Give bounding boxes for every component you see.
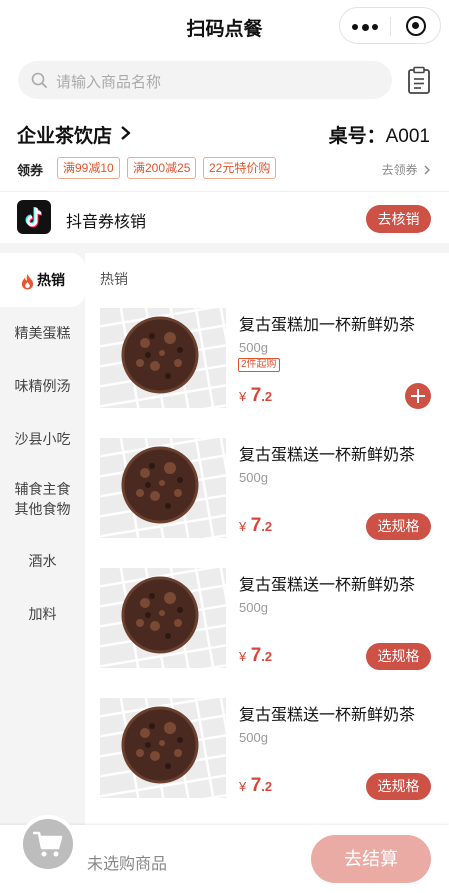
product-price: ¥ 7.2 bbox=[239, 645, 272, 667]
price-integer: 7 bbox=[250, 645, 262, 666]
douyin-coupon-row: 抖音券核销 去核销 bbox=[0, 191, 449, 243]
product-weight: 500g bbox=[239, 470, 268, 485]
product-card[interactable]: 复古蛋糕送一杯新鲜奶茶 500g ¥ 7.2 选规格 bbox=[100, 568, 436, 670]
currency-symbol: ¥ bbox=[239, 389, 247, 404]
min-purchase-badge: 2件起购 bbox=[238, 358, 280, 372]
product-image bbox=[100, 568, 226, 668]
order-list-icon[interactable] bbox=[406, 66, 432, 94]
product-weight: 500g bbox=[239, 340, 268, 355]
price-integer: 7 bbox=[250, 775, 262, 796]
select-spec-button[interactable]: 选规格 bbox=[366, 513, 431, 540]
product-name: 复古蛋糕送一杯新鲜奶茶 bbox=[239, 577, 416, 594]
checkout-button[interactable]: 去结算 bbox=[311, 835, 431, 883]
shopping-cart-icon bbox=[33, 831, 63, 857]
sidebar-item-drinks[interactable]: 酒水 bbox=[0, 551, 85, 571]
get-coupon-label: 去领券 bbox=[381, 163, 418, 177]
cart-bar: 未选购商品 去结算 bbox=[0, 815, 449, 893]
mini-program-capsule bbox=[339, 7, 441, 44]
sidebar-item-label: 味精例汤 bbox=[14, 378, 71, 394]
select-spec-button[interactable]: 选规格 bbox=[366, 773, 431, 800]
search-input[interactable]: 请输入商品名称 bbox=[18, 61, 392, 99]
sidebar-item-toppings[interactable]: 加料 bbox=[0, 604, 85, 624]
get-coupon-link[interactable]: 去领券 bbox=[382, 161, 431, 178]
product-card[interactable]: 复古蛋糕送一杯新鲜奶茶 500g ¥ 7.2 选规格 bbox=[100, 698, 436, 800]
product-weight: 500g bbox=[239, 730, 268, 745]
search-placeholder: 请输入商品名称 bbox=[56, 74, 162, 91]
product-image bbox=[100, 698, 226, 798]
price-integer: 7 bbox=[250, 515, 262, 536]
plus-icon[interactable] bbox=[405, 383, 431, 409]
capsule-divider bbox=[390, 17, 391, 36]
product-price: ¥ 7.2 bbox=[239, 385, 272, 407]
table-number: 桌号：A001 bbox=[329, 121, 430, 148]
nav-bar: 扫码点餐 bbox=[0, 0, 449, 54]
product-weight: 500g bbox=[239, 600, 268, 615]
price-decimal: .2 bbox=[261, 519, 273, 534]
sidebar-item-label: 加料 bbox=[28, 606, 57, 622]
product-name: 复古蛋糕加一杯新鲜奶茶 bbox=[239, 317, 416, 334]
douyin-coupon-label: 抖音券核销 bbox=[66, 214, 147, 231]
fire-icon bbox=[21, 273, 34, 290]
product-card[interactable]: 复古蛋糕送一杯新鲜奶茶 500g ¥ 7.2 选规格 bbox=[100, 438, 436, 540]
redeem-button[interactable]: 去核销 bbox=[366, 205, 431, 233]
section-title: 热销 bbox=[100, 271, 128, 287]
search-icon bbox=[31, 72, 47, 88]
section-divider bbox=[0, 243, 449, 253]
chevron-right-icon[interactable] bbox=[119, 125, 132, 141]
table-number-value: A001 bbox=[385, 126, 430, 147]
currency-symbol: ¥ bbox=[239, 519, 247, 534]
chevron-right-icon bbox=[424, 165, 430, 175]
currency-symbol: ¥ bbox=[239, 649, 247, 664]
coupon-tag[interactable]: 满99减10 bbox=[57, 157, 120, 179]
product-card[interactable]: 复古蛋糕加一杯新鲜奶茶 500g 2件起购 ¥ 7.2 bbox=[100, 308, 436, 409]
price-decimal: .2 bbox=[261, 649, 273, 664]
product-image bbox=[100, 308, 226, 408]
category-sidebar: 热销 精美蛋糕 味精例汤 沙县小吃 辅食主食 其他食物 酒水 加料 bbox=[0, 253, 85, 825]
sidebar-item-label: 酒水 bbox=[28, 553, 57, 569]
sidebar-item-label: 辅食主食 bbox=[14, 481, 71, 497]
select-spec-button[interactable]: 选规格 bbox=[366, 643, 431, 670]
sidebar-item-label: 精美蛋糕 bbox=[14, 325, 71, 341]
price-decimal: .2 bbox=[261, 779, 273, 794]
cart-button[interactable] bbox=[19, 815, 77, 873]
price-integer: 7 bbox=[250, 385, 262, 406]
more-icon[interactable] bbox=[352, 23, 378, 31]
sidebar-item-label: 沙县小吃 bbox=[14, 431, 71, 447]
coupon-label: 领券 bbox=[17, 163, 44, 178]
coupon-tag[interactable]: 22元特价购 bbox=[203, 157, 277, 179]
close-mini-program-icon[interactable] bbox=[406, 16, 426, 36]
sidebar-item-staples[interactable]: 辅食主食 其他食物 bbox=[0, 479, 85, 519]
sidebar-item-hot[interactable]: 热销 bbox=[0, 253, 85, 307]
product-name: 复古蛋糕送一杯新鲜奶茶 bbox=[239, 707, 416, 724]
sidebar-item-snacks[interactable]: 沙县小吃 bbox=[0, 429, 85, 449]
coupon-tag[interactable]: 满200减25 bbox=[127, 157, 197, 179]
product-name: 复古蛋糕送一杯新鲜奶茶 bbox=[239, 447, 416, 464]
sidebar-item-label: 热销 bbox=[37, 272, 65, 288]
product-image bbox=[100, 438, 226, 538]
product-price: ¥ 7.2 bbox=[239, 515, 272, 537]
price-decimal: .2 bbox=[261, 389, 273, 404]
cart-empty-text: 未选购商品 bbox=[87, 856, 168, 873]
sidebar-item-soups[interactable]: 味精例汤 bbox=[0, 376, 85, 396]
store-name[interactable]: 企业茶饮店 bbox=[17, 121, 112, 148]
sidebar-item-label: 其他食物 bbox=[14, 501, 71, 517]
table-number-label: 桌号： bbox=[328, 126, 386, 147]
douyin-logo-icon bbox=[17, 200, 51, 234]
product-price: ¥ 7.2 bbox=[239, 775, 272, 797]
sidebar-item-cakes[interactable]: 精美蛋糕 bbox=[0, 323, 85, 343]
currency-symbol: ¥ bbox=[239, 779, 247, 794]
